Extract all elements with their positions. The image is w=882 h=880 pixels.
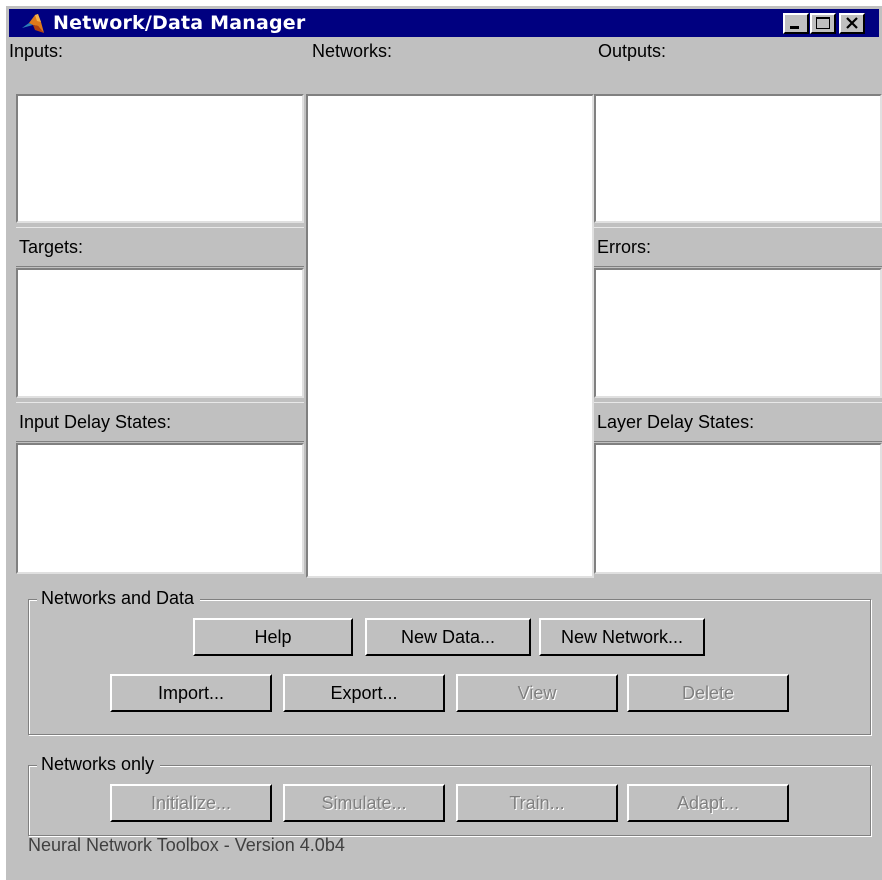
initialize-button[interactable]: Initialize...: [110, 784, 272, 822]
maximize-icon: [816, 17, 830, 29]
export-button[interactable]: Export...: [283, 674, 445, 712]
networks-label: Networks:: [312, 41, 393, 61]
input-delay-states-header: Input Delay States:: [16, 402, 304, 442]
new-network-button[interactable]: New Network...: [539, 618, 705, 656]
close-icon: [846, 17, 858, 29]
title-bar[interactable]: Network/Data Manager: [9, 9, 879, 37]
inputs-label: Inputs:: [9, 41, 64, 61]
adapt-button[interactable]: Adapt...: [627, 784, 789, 822]
outputs-label: Outputs:: [598, 41, 667, 61]
layer-delay-states-header: Layer Delay States:: [594, 402, 882, 442]
networks-only-title: Networks only: [37, 752, 161, 776]
close-button[interactable]: [839, 13, 865, 34]
targets-list[interactable]: [16, 268, 304, 398]
simulate-button[interactable]: Simulate...: [283, 784, 445, 822]
networks-list[interactable]: [306, 94, 594, 578]
errors-label: Errors:: [597, 237, 651, 257]
minimize-icon: [790, 26, 799, 29]
targets-label: Targets:: [19, 237, 84, 257]
train-button[interactable]: Train...: [456, 784, 618, 822]
layer-delay-states-list[interactable]: [594, 443, 882, 574]
matlab-logo-icon: [21, 13, 45, 35]
import-button[interactable]: Import...: [110, 674, 272, 712]
networks-and-data-title: Networks and Data: [37, 586, 201, 610]
delete-button[interactable]: Delete: [627, 674, 789, 712]
input-delay-states-list[interactable]: [16, 443, 304, 574]
errors-list[interactable]: [594, 268, 882, 398]
targets-header: Targets:: [16, 227, 304, 267]
input-delay-states-label: Input Delay States:: [19, 412, 172, 432]
window-title: Network/Data Manager: [53, 12, 306, 34]
view-button[interactable]: View: [456, 674, 618, 712]
layer-delay-states-label: Layer Delay States:: [597, 412, 755, 432]
outputs-list[interactable]: [594, 94, 882, 223]
inputs-list[interactable]: [16, 94, 304, 223]
errors-header: Errors:: [594, 227, 882, 267]
status-text: Neural Network Toolbox - Version 4.0b4: [28, 835, 345, 855]
help-button[interactable]: Help: [193, 618, 353, 656]
maximize-button[interactable]: [810, 13, 836, 34]
minimize-button[interactable]: [783, 13, 809, 34]
new-data-button[interactable]: New Data...: [365, 618, 531, 656]
network-data-manager-window: Network/Data Manager Inputs: Networks: O…: [6, 6, 882, 880]
